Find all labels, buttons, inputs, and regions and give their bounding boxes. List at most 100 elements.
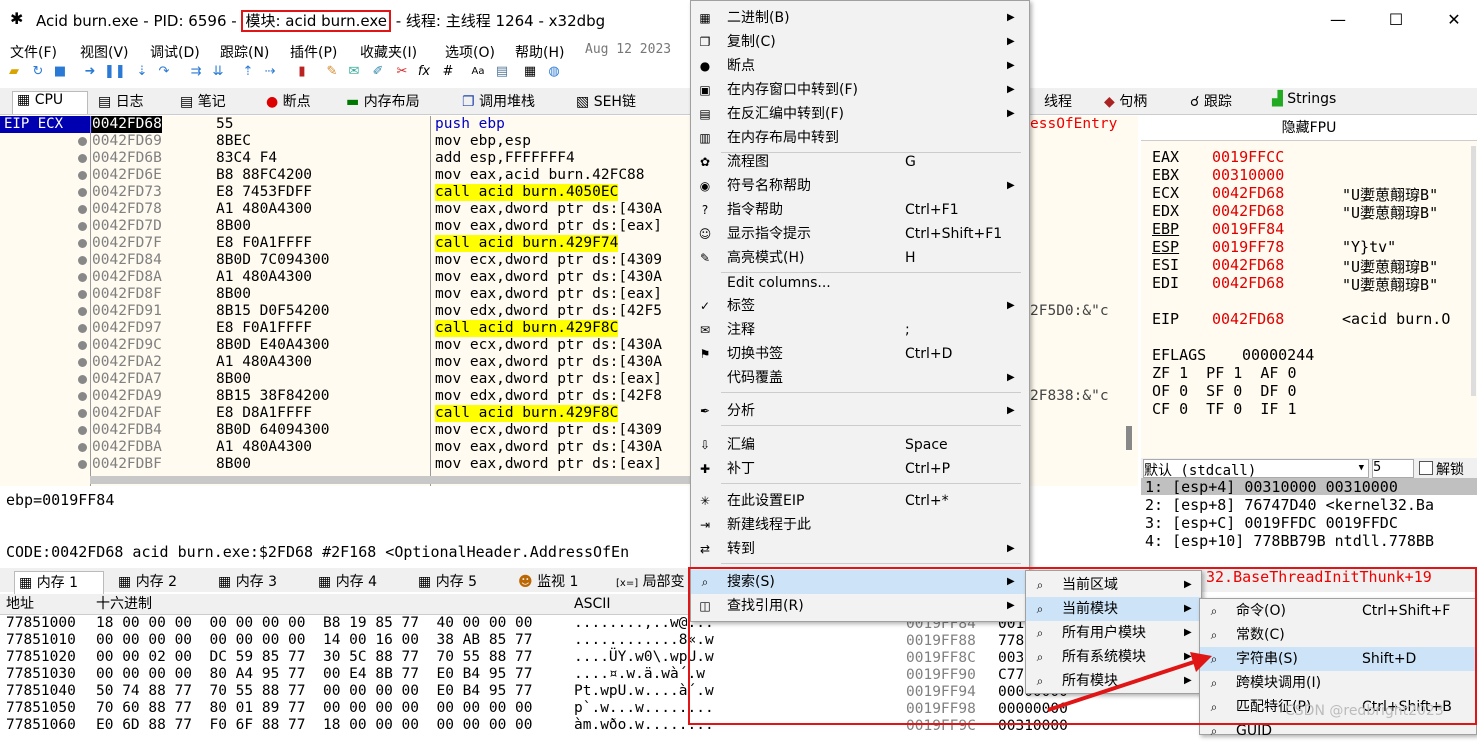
dump-hex[interactable]: 00 00 00 00 00 00 00 00 14 00 16 00 38 A… [96,632,533,649]
trace-into-icon[interactable]: ⇉ [188,64,204,80]
disasm-row[interactable]: 0042FD78 A1 480A4300 mov eax,dword ptr ds:… [0,201,690,218]
menu-file[interactable]: 文件(F) [10,42,57,62]
disasm-row[interactable]: 0042FD84 8B0D 7C094300 mov ecx,dword ptr d… [0,252,690,269]
disasm-row[interactable]: 0042FD6E B8 88FC4200 mov eax,acid burn.42F… [0,167,690,184]
breakpoint-dot[interactable] [78,256,87,265]
hash-icon[interactable]: # [440,64,456,80]
disasm-row[interactable]: 0042FD8A A1 480A4300 mov eax,dword ptr ds:… [0,269,690,286]
scylla-icon[interactable]: ▮ [294,64,310,80]
step-over-icon[interactable]: ↷ [156,64,172,80]
vertical-scrollbar[interactable] [1126,426,1132,450]
arg-row[interactable]: 3: [esp+C] 0019FFDC 0019FFDC [1145,514,1398,532]
disasm-row[interactable]: 0042FD7D 8B00 mov eax,dword ptr ds:[eax] [0,218,690,235]
tab-dump-1[interactable]: ▦ 内存 1 [14,571,104,594]
unlock-checkbox[interactable] [1419,461,1433,475]
document-icon[interactable]: ▤ [494,64,510,80]
stop-icon[interactable]: ■ [52,64,68,80]
disasm-row[interactable]: 0042FD73 E8 7453FDFF call acid burn.4050EC [0,184,690,201]
menu-help[interactable]: 帮助(H) [515,42,564,62]
breakpoint-dot[interactable] [78,426,87,435]
breakpoint-dot[interactable] [78,358,87,367]
trace-over-icon[interactable]: ⇊ [210,64,226,80]
breakpoint-dot[interactable] [78,205,87,214]
tab-breakpoints[interactable]: ● 断点 [262,91,315,113]
tab-locals[interactable]: [x=] 局部变 [612,571,689,593]
tab-dump-2[interactable]: ▦ 内存 2 [114,571,181,593]
hide-fpu-button[interactable]: 隐藏FPU [1141,116,1477,141]
tab-dump-3[interactable]: ▦ 内存 3 [214,571,281,593]
breakpoint-dot[interactable] [78,137,87,146]
tab-watch-1[interactable]: ☻ 监视 1 [514,571,582,593]
context-menu-item[interactable]: ▤ 在反汇编中转到(F) ▶ [691,102,1029,126]
disasm-row[interactable]: 0042FDA2 A1 480A4300 mov eax,dword ptr ds:… [0,354,690,371]
tab-dump-5[interactable]: ▦ 内存 5 [414,571,481,593]
disasm-row[interactable]: 0042FD91 8B15 D0F54200 mov edx,dword ptr d… [0,303,690,320]
menu-debug[interactable]: 调试(D) [150,42,200,62]
breakpoint-dot[interactable] [78,341,87,350]
tab-log[interactable]: ▤ 日志 [94,91,148,113]
context-menu-item[interactable]: ✳ 在此设置EIP Ctrl+* [691,489,1029,513]
disasm-row[interactable]: 0042FD69 8BEC mov ebp,esp [0,133,690,150]
horizontal-scrollbar[interactable] [90,476,690,484]
context-menu-item[interactable]: 代码覆盖 ▶ [691,366,1029,390]
arg-row[interactable]: 4: [esp+10] 778BB79B ntdll.778BB [1145,532,1434,550]
run-to-user-code-icon[interactable]: ⇢ [262,64,278,80]
context-menu-item[interactable]: ⇥ 新建线程于此 [691,513,1029,537]
disasm-row[interactable]: 0042FD8F 8B00 mov eax,dword ptr ds:[eax] [0,286,690,303]
tab-call-stack[interactable]: ❐ 调用堆栈 [458,91,539,113]
dump-hex[interactable]: 00 00 02 00 DC 59 85 77 30 5C 88 77 70 5… [96,649,533,666]
minimize-button[interactable]: — [1318,6,1358,34]
function-icon[interactable]: fx [416,64,432,80]
context-menu-item[interactable]: ✚ 补丁 Ctrl+P [691,457,1029,481]
tab-seh-chain[interactable]: ▧ SEH链 [572,91,640,113]
context-menu-item[interactable]: ✒ 分析 ▶ [691,399,1029,423]
disasm-row[interactable]: 0042FD9C 8B0D E40A4300 mov ecx,dword ptr d… [0,337,690,354]
context-menu-item[interactable]: ● 断点 ▶ [691,54,1029,78]
calculator-icon[interactable]: ▦ [522,64,538,80]
dump-hex[interactable]: E0 6D 88 77 F0 6F 88 77 18 00 00 00 00 0… [96,717,533,733]
context-menu-item[interactable]: ✿ 流程图 G [691,150,1029,174]
menu-trace[interactable]: 跟踪(N) [220,42,269,62]
breakpoint-dot[interactable] [78,324,87,333]
breakpoint-dot[interactable] [78,239,87,248]
context-menu-item[interactable]: ⇩ 汇编 Space [691,433,1029,457]
context-menu-item[interactable]: ⇄ 转到 ▶ [691,537,1029,561]
step-into-icon[interactable]: ⇣ [134,64,150,80]
register-value[interactable]: 00310000 [1212,166,1284,184]
breakpoint-dot[interactable] [78,222,87,231]
register-value[interactable]: 0042FD68 [1212,184,1284,202]
context-menu-item[interactable]: ❐ 复制(C) ▶ [691,30,1029,54]
breakpoint-dot[interactable] [78,171,87,180]
close-button[interactable]: ✕ [1434,6,1474,34]
maximize-button[interactable]: ☐ [1376,6,1416,34]
register-value[interactable]: 0042FD68 [1212,202,1284,220]
disasm-row[interactable]: 0042FDBF 8B00 mov eax,dword ptr ds:[eax] [0,456,690,473]
menu-options[interactable]: 选项(O) [445,42,495,62]
breakpoint-dot[interactable] [78,154,87,163]
disasm-row[interactable]: 0042FD7F E8 F0A1FFFF call acid burn.429F74 [0,235,690,252]
pause-icon[interactable]: ❚❚ [104,64,126,80]
tab-trace[interactable]: ☌ 跟踪 [1186,91,1236,113]
arg-count-stepper[interactable]: 5 [1372,459,1414,478]
breakpoint-dot[interactable] [78,273,87,282]
menu-favourites[interactable]: 收藏夹(I) [360,42,417,62]
register-scrollbar[interactable] [1471,146,1476,396]
context-menu-item[interactable]: ◉ 符号名称帮助 ▶ [691,174,1029,198]
dump-ascii[interactable]: ....¤.w.ä.wà´.w [574,666,705,683]
context-menu-item[interactable]: ⚑ 切换书签 Ctrl+D [691,342,1029,366]
context-menu-item[interactable]: ✓ 标签 ▶ [691,294,1029,318]
dump-hex[interactable]: 50 74 88 77 70 55 88 77 00 00 00 00 E0 B… [96,683,533,700]
menu-plugins[interactable]: 插件(P) [290,42,337,62]
breakpoint-dot[interactable] [78,409,87,418]
breakpoint-dot[interactable] [78,443,87,452]
context-menu-item[interactable]: ▥ 在内存布局中转到 [691,126,1029,150]
dump-hex[interactable]: 70 60 88 77 80 01 89 77 00 00 00 00 00 0… [96,700,533,717]
breakpoint-dot[interactable] [78,290,87,299]
context-menu-item[interactable]: ✎ 高亮模式(H) H [691,246,1029,270]
breakpoint-dot[interactable] [78,460,87,469]
context-menu-item[interactable]: ☺ 显示指令提示 Ctrl+Shift+F1 [691,222,1029,246]
disasm-row[interactable]: 0042FDAF E8 D8A1FFFF call acid burn.429F8C [0,405,690,422]
open-icon[interactable]: ▰ [6,64,22,80]
disasm-row[interactable]: 0042FDA7 8B00 mov eax,dword ptr ds:[eax] [0,371,690,388]
label-icon[interactable]: ✐ [370,64,386,80]
